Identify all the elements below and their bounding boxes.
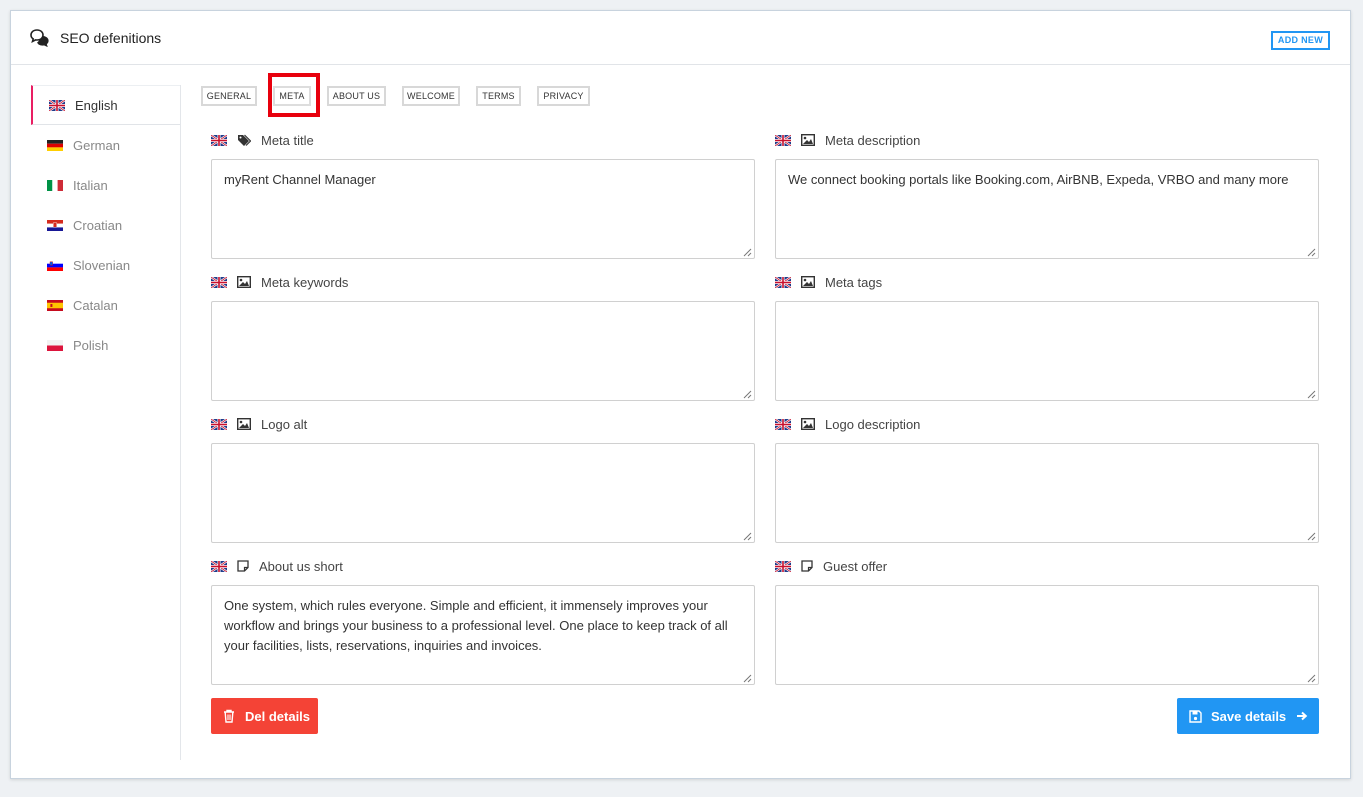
- save-details-button[interactable]: Save details: [1177, 698, 1319, 734]
- sidebar-item-label: Italian: [73, 177, 108, 193]
- uk-flag-icon: [211, 134, 227, 146]
- tab-terms[interactable]: TERMS: [476, 86, 521, 106]
- meta-tags-field: Meta tags: [775, 273, 1319, 401]
- sidebar-item-label: Catalan: [73, 297, 118, 313]
- about-us-short-label-row: About us short: [211, 557, 755, 575]
- uk-flag-icon: [211, 276, 227, 288]
- page-title: SEO defenitions: [60, 30, 162, 46]
- logo-description-input[interactable]: [775, 443, 1319, 543]
- tab-meta[interactable]: META: [273, 86, 311, 106]
- guest-offer-field: Guest offer: [775, 557, 1319, 685]
- note-icon: [801, 560, 813, 572]
- tab-privacy[interactable]: PRIVACY: [537, 86, 590, 106]
- resize-grip-icon[interactable]: [742, 247, 752, 257]
- image-icon: [801, 276, 815, 288]
- logo-alt-label: Logo alt: [261, 416, 308, 432]
- resize-grip-icon[interactable]: [1306, 673, 1316, 683]
- image-icon: [237, 276, 251, 288]
- about-us-short-field: About us short One system, which rules e…: [211, 557, 755, 685]
- tab-about-us[interactable]: ABOUT US: [327, 86, 386, 106]
- uk-flag-icon: [775, 134, 791, 146]
- meta-tags-label-row: Meta tags: [775, 273, 1319, 291]
- meta-description-input[interactable]: We connect booking portals like Booking.…: [775, 159, 1319, 259]
- note-icon: [237, 560, 249, 572]
- sidebar-item-label: Polish: [73, 337, 109, 353]
- trash-icon: [224, 709, 234, 723]
- sidebar-item-label: Slovenian: [73, 257, 131, 273]
- hr-flag-icon: [47, 219, 63, 231]
- meta-tags-label: Meta tags: [825, 274, 883, 290]
- resize-grip-icon[interactable]: [742, 673, 752, 683]
- meta-keywords-label: Meta keywords: [261, 274, 349, 290]
- about-us-short-input[interactable]: One system, which rules everyone. Simple…: [211, 585, 755, 685]
- meta-description-label: Meta description: [825, 132, 921, 148]
- sidebar-item-catalan[interactable]: Catalan: [31, 285, 180, 325]
- image-icon: [801, 418, 815, 430]
- add-new-button[interactable]: ADD NEW: [1270, 31, 1330, 50]
- floppy-disk-icon: [1189, 709, 1202, 723]
- meta-keywords-label-row: Meta keywords: [211, 273, 755, 291]
- resize-grip-icon[interactable]: [1306, 247, 1316, 257]
- logo-description-label: Logo description: [825, 416, 921, 432]
- image-icon: [801, 134, 815, 146]
- save-details-label: Save details: [1211, 708, 1287, 724]
- es-flag-icon: [47, 299, 63, 311]
- sidebar-item-label: English: [75, 97, 118, 113]
- uk-flag-icon: [49, 99, 65, 111]
- seo-definitions-card: SEO defenitions ADD NEW English German I…: [10, 10, 1351, 779]
- arrow-right-icon: [1297, 711, 1308, 721]
- sidebar-item-italian[interactable]: Italian: [31, 165, 180, 205]
- about-us-short-label: About us short: [259, 558, 343, 574]
- logo-alt-input[interactable]: [211, 443, 755, 543]
- language-sidebar: English German Italian Croatian Slovenia…: [31, 85, 181, 760]
- meta-title-field: Meta title myRent Channel Manager: [211, 131, 755, 259]
- sidebar-item-polish[interactable]: Polish: [31, 325, 180, 365]
- it-flag-icon: [47, 179, 63, 191]
- meta-tags-input[interactable]: [775, 301, 1319, 401]
- uk-flag-icon: [775, 560, 791, 572]
- resize-grip-icon[interactable]: [742, 531, 752, 541]
- tags-icon: [238, 134, 251, 146]
- logo-alt-label-row: Logo alt: [211, 415, 755, 433]
- sidebar-item-slovenian[interactable]: Slovenian: [31, 245, 180, 285]
- tab-welcome[interactable]: WELCOME: [402, 86, 460, 106]
- si-flag-icon: [47, 259, 63, 271]
- sidebar-item-german[interactable]: German: [31, 125, 180, 165]
- sidebar-item-label: Croatian: [73, 217, 123, 233]
- resize-grip-icon[interactable]: [1306, 389, 1316, 399]
- meta-title-label-row: Meta title: [211, 131, 755, 149]
- sidebar-item-label: German: [73, 137, 120, 153]
- uk-flag-icon: [211, 418, 227, 430]
- guest-offer-label: Guest offer: [823, 558, 888, 574]
- sidebar-item-english[interactable]: English: [31, 85, 180, 125]
- uk-flag-icon: [775, 418, 791, 430]
- pl-flag-icon: [47, 339, 63, 351]
- resize-grip-icon[interactable]: [742, 389, 752, 399]
- sidebar-item-croatian[interactable]: Croatian: [31, 205, 180, 245]
- guest-offer-label-row: Guest offer: [775, 557, 1319, 575]
- image-icon: [237, 418, 251, 430]
- meta-description-label-row: Meta description: [775, 131, 1319, 149]
- logo-description-field: Logo description: [775, 415, 1319, 543]
- uk-flag-icon: [211, 560, 227, 572]
- chat-bubbles-icon: [30, 29, 49, 47]
- card-header: SEO defenitions ADD NEW: [11, 11, 1350, 65]
- meta-keywords-input[interactable]: [211, 301, 755, 401]
- delete-details-button[interactable]: Del details: [211, 698, 318, 734]
- logo-alt-field: Logo alt: [211, 415, 755, 543]
- meta-keywords-field: Meta keywords: [211, 273, 755, 401]
- guest-offer-input[interactable]: [775, 585, 1319, 685]
- tab-general[interactable]: GENERAL: [201, 86, 257, 106]
- delete-details-label: Del details: [245, 708, 311, 724]
- de-flag-icon: [47, 139, 63, 151]
- logo-description-label-row: Logo description: [775, 415, 1319, 433]
- meta-title-input[interactable]: myRent Channel Manager: [211, 159, 755, 259]
- meta-description-field: Meta description We connect booking port…: [775, 131, 1319, 259]
- uk-flag-icon: [775, 276, 791, 288]
- meta-title-label: Meta title: [261, 132, 314, 148]
- resize-grip-icon[interactable]: [1306, 531, 1316, 541]
